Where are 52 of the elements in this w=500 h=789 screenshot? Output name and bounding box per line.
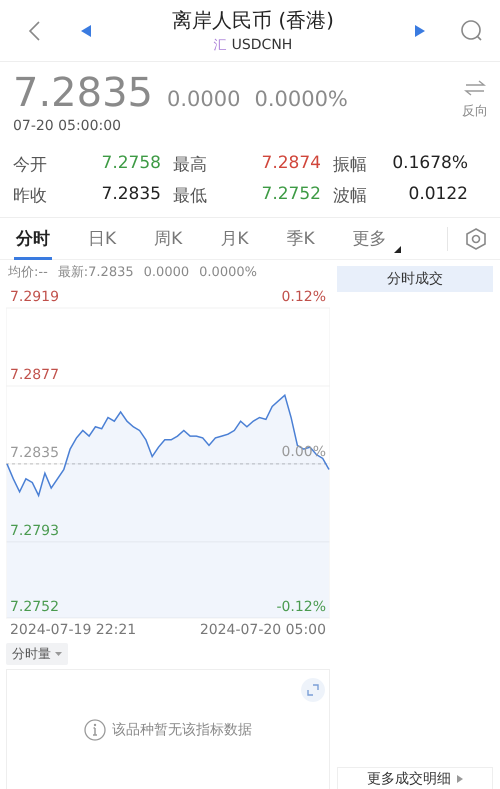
triangle-left-icon	[80, 24, 92, 38]
period-tab[interactable]: 更多	[350, 218, 389, 260]
more-trades-button[interactable]: 更多成交明细	[337, 767, 493, 789]
axis-label: -0.12%	[276, 599, 326, 615]
stat-value: 7.2752	[260, 184, 322, 206]
period-tab[interactable]: 周K	[152, 218, 184, 260]
swap-arrows-icon	[464, 80, 486, 96]
price-text: 7.2835	[13, 70, 153, 116]
stat-label: 昨收	[13, 185, 48, 207]
axis-label: 7.2752	[10, 599, 59, 615]
stat-label: 波幅	[333, 185, 368, 207]
caret-right-icon	[457, 774, 463, 782]
time-axis-label: 2024-07-20 05:00	[200, 622, 326, 638]
average-price: 均价:--	[8, 264, 48, 281]
period-tab[interactable]: 季K	[284, 218, 317, 260]
period-tab[interactable]: 月K	[218, 218, 250, 260]
axis-label: 7.2877	[10, 366, 59, 383]
empty-message: 该品种暂无该指标数据	[112, 720, 252, 738]
stat-label: 今开	[13, 154, 48, 176]
stat-label: 最低	[173, 185, 208, 207]
time-axis-label: 2024-07-19 22:21	[10, 622, 136, 638]
stat-value: 7.2874	[260, 153, 322, 175]
axis-label: 7.2793	[10, 522, 59, 539]
page-title: 离岸人民币 (香港)	[172, 7, 334, 34]
stat-value: 7.2758	[100, 153, 162, 175]
stat-value: 0.1678%	[391, 153, 469, 175]
stat-value: 7.2835	[100, 184, 162, 206]
period-tab[interactable]: 日K	[86, 218, 118, 260]
stat-value: 0.0122	[408, 184, 469, 206]
info-icon	[84, 718, 106, 740]
trades-header: 分时成交	[337, 266, 493, 292]
stat-label: 振幅	[333, 154, 368, 176]
expand-icon[interactable]	[301, 678, 325, 702]
volume-selector[interactable]: 分时量	[6, 643, 68, 665]
latest-price: 最新:7.2835	[58, 264, 134, 281]
period-tab[interactable]: 分时	[14, 218, 52, 260]
axis-label: 0.12%	[282, 289, 326, 305]
caret-down-icon	[55, 652, 62, 656]
change-percent-text: 0.0000%	[254, 87, 348, 111]
chevron-left-icon	[27, 20, 41, 42]
reverse-button[interactable]: 反向	[462, 70, 488, 145]
axis-label: 7.2835	[10, 444, 59, 461]
stat-label: 最高	[173, 154, 208, 176]
symbol-text: USDCNH	[232, 37, 292, 53]
legend-change-percent: 0.0000%	[199, 264, 257, 280]
change-text: 0.0000	[166, 87, 240, 111]
axis-label: 7.2919	[10, 289, 59, 305]
corner-triangle-icon	[394, 246, 401, 252]
triangle-right-icon	[414, 24, 426, 38]
type-label: 汇	[214, 37, 227, 54]
legend-change: 0.0000	[144, 264, 190, 280]
quote-time: 07-20 05:00:00	[13, 118, 122, 134]
